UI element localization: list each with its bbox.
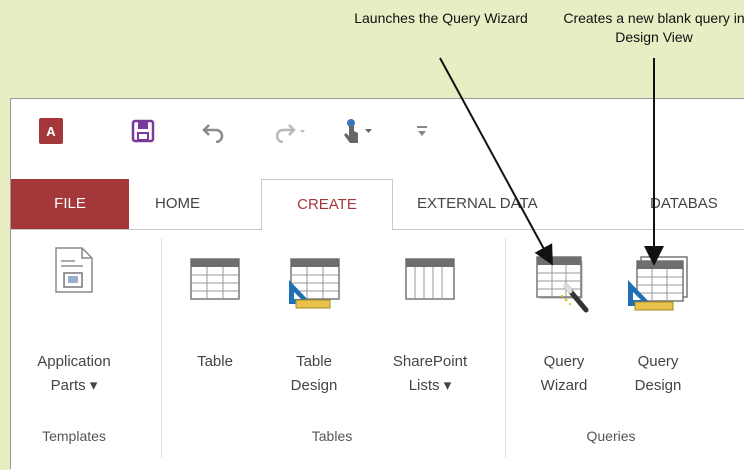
tab-external-data[interactable]: EXTERNAL DATA [417,179,538,229]
tab-file[interactable]: FILE [11,179,129,229]
table-design-icon [289,258,340,309]
customize-qat-icon[interactable] [415,117,429,145]
quick-access-toolbar: A [11,99,744,179]
group-label-tables: Tables [311,428,353,444]
tab-home[interactable]: HOME [155,179,200,229]
application-parts-icon [55,247,93,293]
table-icon [190,258,240,300]
table-design-button[interactable]: Table Design [279,230,349,420]
sharepoint-lists-icon [405,258,455,300]
table-design-label: Table Design [290,353,338,394]
application-parts-button[interactable]: Application Parts ▾ [11,230,137,420]
group-separator [505,238,506,458]
tab-create[interactable]: CREATE [261,179,393,231]
query-wizard-button[interactable]: Query Wizard [523,230,605,420]
callout-query-wizard: Launches the Query Wizard [354,10,528,26]
ribbon-create: Application Parts ▾ Templates Table Tabl… [11,230,744,470]
table-button[interactable]: Table [179,230,251,420]
redo-icon[interactable] [273,117,309,145]
group-label-queries: Queries [586,428,636,444]
table-label: Table [197,353,233,370]
save-icon[interactable] [131,117,155,145]
sharepoint-lists-button[interactable]: SharePoint Lists ▾ [375,230,485,420]
access-window: A FILE HOME CREATE EXTERNAL DATA DATABAS [10,98,744,470]
undo-icon[interactable] [201,117,227,145]
group-separator [161,238,162,458]
touch-mode-icon[interactable] [341,117,377,145]
query-design-label: Query Design [634,353,682,394]
callout-query-design: Creates a new blank query in Design View [563,10,744,45]
group-label-templates: Templates [42,428,106,444]
sharepoint-lists-label: SharePoint Lists ▾ [392,353,468,394]
application-parts-label: Application Parts ▾ [37,353,111,394]
ribbon-tabs: FILE HOME CREATE EXTERNAL DATA DATABAS [11,179,744,231]
query-wizard-icon [536,256,589,313]
tab-database-tools[interactable]: DATABAS [650,179,718,229]
access-logo-text: A [39,118,63,144]
query-wizard-label: Query Wizard [540,353,588,394]
query-design-icon [628,256,688,311]
access-logo-icon[interactable]: A [39,117,63,145]
query-design-button[interactable]: Query Design [617,230,699,420]
